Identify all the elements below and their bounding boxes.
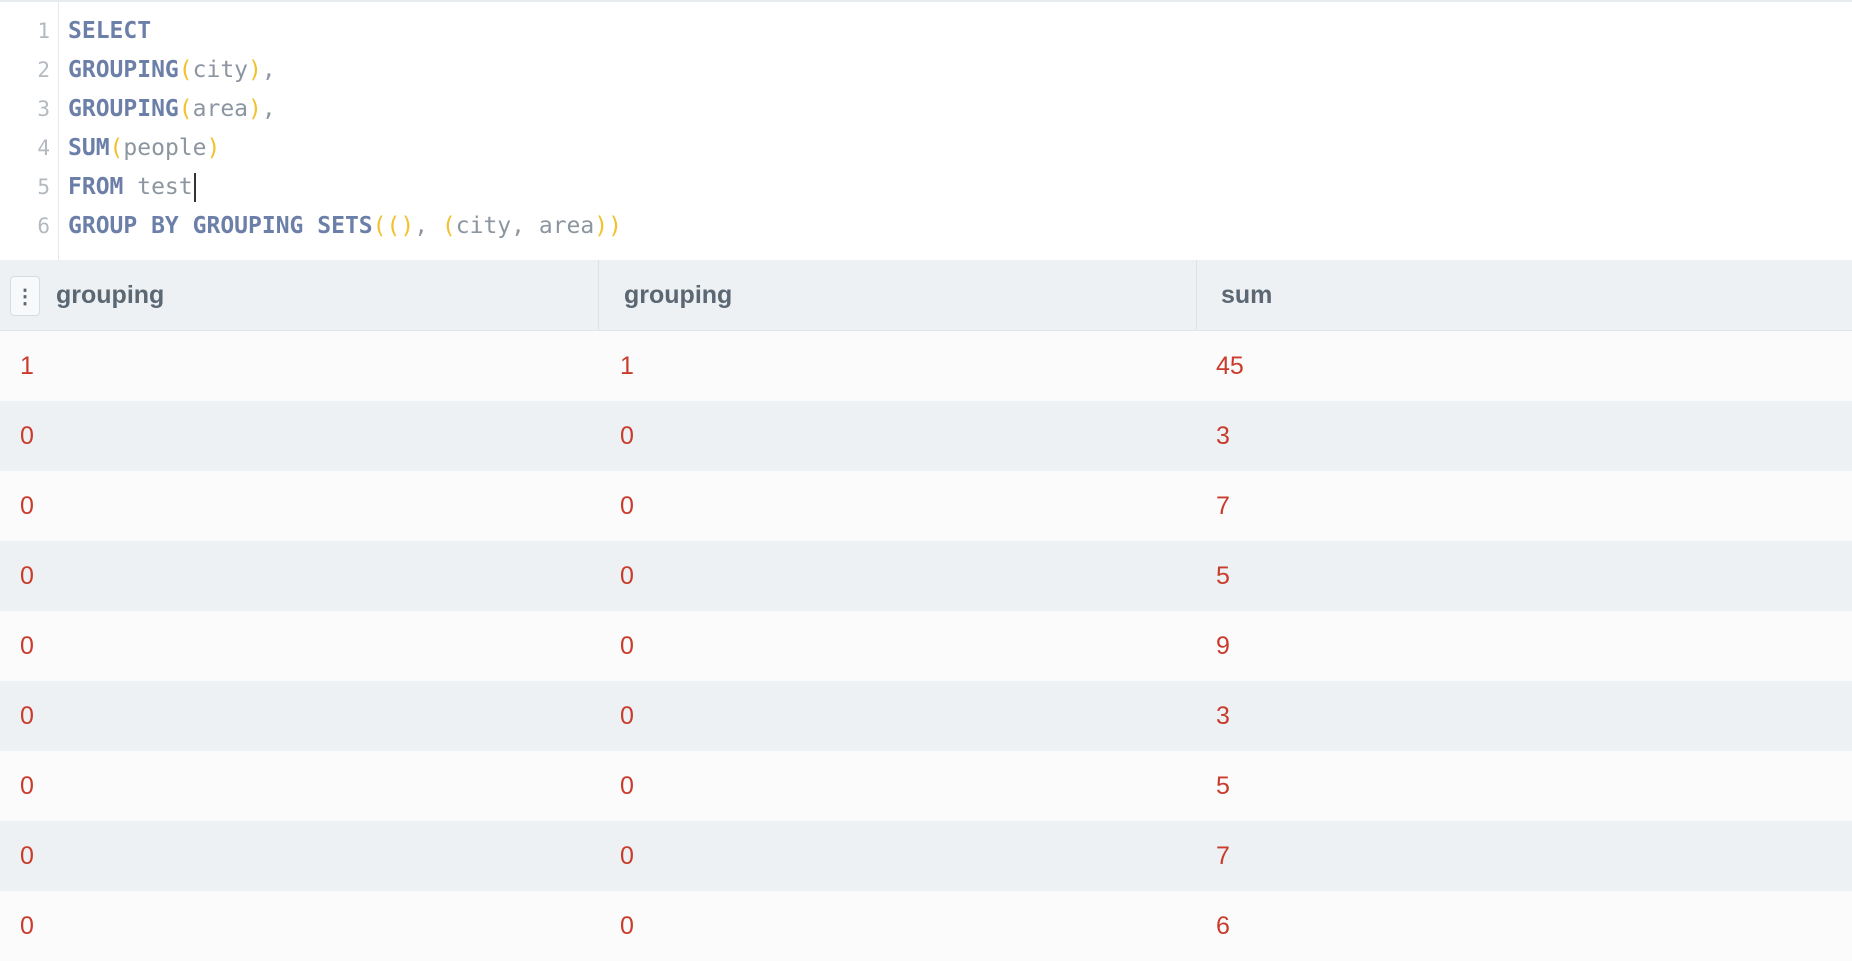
line-number: 2 bbox=[37, 58, 50, 82]
sql-token: area bbox=[192, 96, 249, 122]
sql-token: , bbox=[261, 96, 276, 122]
table-row[interactable]: 0 0 5 bbox=[0, 751, 1852, 821]
sql-token: city bbox=[192, 57, 249, 83]
code-line[interactable]: 2 GROUPING(city), bbox=[0, 51, 1852, 90]
table-row[interactable]: 0 0 6 bbox=[0, 891, 1852, 961]
code-text: GROUPING(area), bbox=[68, 90, 276, 129]
table-cell[interactable]: 5 bbox=[1216, 541, 1230, 611]
table-row[interactable]: 0 0 7 bbox=[0, 821, 1852, 891]
sql-keyword: GROUPING bbox=[68, 96, 179, 122]
sql-keyword: SELECT bbox=[68, 18, 152, 44]
table-cell[interactable]: 45 bbox=[1216, 331, 1244, 401]
table-cell[interactable]: 0 bbox=[620, 541, 634, 611]
code-text: SUM(people) bbox=[68, 129, 220, 168]
table-cell[interactable]: 0 bbox=[620, 611, 634, 681]
sql-keyword: GROUPING bbox=[68, 57, 179, 83]
code-line[interactable]: 4 SUM(people) bbox=[0, 129, 1852, 168]
table-cell[interactable]: 5 bbox=[1216, 751, 1230, 821]
table-cell[interactable]: 6 bbox=[1216, 891, 1230, 961]
sql-keyword: FROM bbox=[68, 174, 124, 200]
table-cell[interactable]: 0 bbox=[20, 751, 34, 821]
code-text: SELECT bbox=[68, 12, 151, 51]
column-header-sum[interactable]: sum bbox=[1196, 260, 1852, 330]
code-text: GROUPING(city), bbox=[68, 51, 276, 90]
table-cell[interactable]: 7 bbox=[1216, 821, 1230, 891]
table-row[interactable]: 0 0 9 bbox=[0, 611, 1852, 681]
code-text: FROM test bbox=[68, 168, 196, 207]
sql-paren: ( bbox=[441, 213, 456, 239]
table-cell[interactable]: 0 bbox=[620, 471, 634, 541]
line-number: 5 bbox=[37, 175, 50, 199]
sql-paren: (( bbox=[372, 213, 401, 239]
sql-paren: ( bbox=[109, 135, 124, 161]
sql-paren: ) bbox=[248, 96, 262, 122]
table-cell[interactable]: 1 bbox=[20, 331, 34, 401]
code-line[interactable]: 5 FROM test bbox=[0, 168, 1852, 207]
table-row[interactable]: 1 1 45 bbox=[0, 331, 1852, 401]
table-cell[interactable]: 0 bbox=[20, 611, 34, 681]
table-row[interactable]: 0 0 7 bbox=[0, 471, 1852, 541]
table-cell[interactable]: 0 bbox=[620, 821, 634, 891]
table-row[interactable]: 0 0 3 bbox=[0, 681, 1852, 751]
table-cell[interactable]: 0 bbox=[620, 891, 634, 961]
sql-token: , bbox=[414, 213, 442, 239]
sql-token: people bbox=[123, 135, 207, 161]
table-cell[interactable]: 0 bbox=[620, 751, 634, 821]
sql-paren: ( bbox=[178, 57, 193, 83]
line-number: 1 bbox=[37, 19, 50, 43]
column-header-grouping-area[interactable]: grouping bbox=[598, 260, 1196, 330]
table-cell[interactable]: 3 bbox=[1216, 681, 1230, 751]
results-body: 1 1 45 0 0 3 0 0 7 0 0 5 0 0 9 0 0 3 0 0 5 0 0 7 0 0 6 bbox=[0, 331, 1852, 961]
sql-token: test bbox=[123, 174, 193, 200]
sql-paren: ( bbox=[178, 96, 193, 122]
line-number: 3 bbox=[37, 97, 50, 121]
text-cursor bbox=[193, 173, 196, 202]
table-cell[interactable]: 0 bbox=[20, 821, 34, 891]
table-cell[interactable]: 0 bbox=[620, 401, 634, 471]
table-cell[interactable]: 7 bbox=[1216, 471, 1230, 541]
table-row[interactable]: 0 0 5 bbox=[0, 541, 1852, 611]
table-cell[interactable]: 0 bbox=[20, 681, 34, 751]
sql-keyword: GROUP BY GROUPING SETS bbox=[68, 213, 373, 239]
column-header-grouping-city[interactable]: grouping bbox=[56, 260, 598, 330]
sql-editor[interactable]: 1 SELECT 2 GROUPING(city), 3 GROUPING(area), 4… bbox=[0, 0, 1852, 261]
code-line[interactable]: 6 GROUP BY GROUPING SETS((), (city, area)… bbox=[0, 207, 1852, 246]
results-header: ⋮ grouping grouping sum bbox=[0, 260, 1852, 331]
sql-token: , bbox=[261, 57, 276, 83]
table-cell[interactable]: 0 bbox=[20, 541, 34, 611]
table-cell[interactable]: 0 bbox=[20, 471, 34, 541]
column-menu-button[interactable]: ⋮ bbox=[10, 276, 40, 316]
table-cell[interactable]: 3 bbox=[1216, 401, 1230, 471]
table-cell[interactable]: 0 bbox=[20, 891, 34, 961]
table-row[interactable]: 0 0 3 bbox=[0, 401, 1852, 471]
table-cell[interactable]: 1 bbox=[620, 331, 634, 401]
code-text: GROUP BY GROUPING SETS((), (city, area)) bbox=[68, 207, 622, 246]
table-cell[interactable]: 0 bbox=[620, 681, 634, 751]
sql-token: city, area bbox=[455, 213, 595, 239]
kebab-menu-icon: ⋮ bbox=[15, 285, 35, 308]
results-grid: ⋮ grouping grouping sum 1 1 45 0 0 3 0 0 7 0 0 5 0 0 9… bbox=[0, 260, 1852, 961]
sql-keyword: SUM bbox=[68, 135, 110, 161]
sql-paren: ) bbox=[400, 213, 415, 239]
code-line[interactable]: 1 SELECT bbox=[0, 12, 1852, 51]
sql-paren: )) bbox=[594, 213, 622, 239]
line-number: 4 bbox=[37, 136, 50, 160]
sql-paren: ) bbox=[206, 135, 221, 161]
table-cell[interactable]: 9 bbox=[1216, 611, 1230, 681]
line-number: 6 bbox=[37, 214, 50, 238]
code-line[interactable]: 3 GROUPING(area), bbox=[0, 90, 1852, 129]
table-cell[interactable]: 0 bbox=[20, 401, 34, 471]
sql-paren: ) bbox=[248, 57, 262, 83]
